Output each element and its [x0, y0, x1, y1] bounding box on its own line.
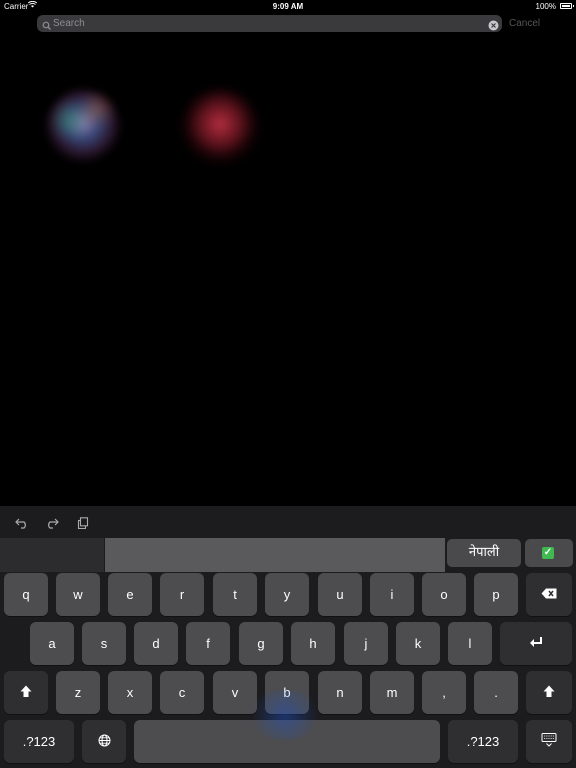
key-k[interactable]: k	[396, 622, 440, 665]
key-i[interactable]: i	[370, 573, 414, 616]
key-c[interactable]: c	[160, 671, 204, 714]
cancel-button[interactable]: Cancel	[509, 18, 540, 29]
key-a[interactable]: a	[30, 622, 74, 665]
key-n[interactable]: n	[318, 671, 362, 714]
return-button[interactable]	[500, 622, 572, 665]
key-s[interactable]: s	[82, 622, 126, 665]
key-f[interactable]: f	[186, 622, 230, 665]
backspace-button[interactable]	[526, 573, 572, 616]
language-button[interactable]: नेपाली	[447, 539, 521, 567]
globe-button[interactable]	[82, 720, 126, 763]
status-bar: Carrier 9:09 AM 100%	[0, 0, 576, 12]
battery-percent: 100%	[535, 2, 556, 11]
key-t[interactable]: t	[213, 573, 257, 616]
numbers-right-button[interactable]: .?123	[448, 720, 518, 763]
key-w[interactable]: w	[56, 573, 100, 616]
shift-left-button[interactable]	[4, 671, 48, 714]
key-d[interactable]: d	[134, 622, 178, 665]
key-u[interactable]: u	[318, 573, 362, 616]
key-q[interactable]: q	[4, 573, 48, 616]
undo-icon[interactable]	[15, 516, 29, 534]
battery-icon	[560, 3, 574, 9]
key-g[interactable]: g	[239, 622, 283, 665]
paste-icon[interactable]	[77, 516, 89, 534]
key-z[interactable]: z	[56, 671, 100, 714]
globe-icon	[98, 734, 111, 750]
redo-icon[interactable]	[45, 516, 59, 534]
return-icon	[529, 636, 543, 651]
key-period[interactable]: .	[474, 671, 518, 714]
search-icon	[42, 18, 52, 36]
key-o[interactable]: o	[422, 573, 466, 616]
key-l[interactable]: l	[448, 622, 492, 665]
search-bar[interactable]	[37, 15, 502, 32]
key-h[interactable]: h	[291, 622, 335, 665]
key-p[interactable]: p	[474, 573, 518, 616]
key-y[interactable]: y	[265, 573, 309, 616]
shift-icon	[20, 685, 32, 701]
key-e[interactable]: e	[108, 573, 152, 616]
blurred-thumbnail-red	[180, 88, 260, 168]
key-comma[interactable]: ,	[422, 671, 466, 714]
blurred-thumbnail-multicolor-orange	[78, 92, 114, 128]
candidate-bar: नेपाली ✓	[0, 538, 576, 574]
key-r[interactable]: r	[160, 573, 204, 616]
dismiss-keyboard-button[interactable]	[526, 720, 572, 763]
candidate-slot-suggestion[interactable]	[105, 538, 445, 572]
backspace-icon	[541, 587, 557, 602]
clock: 9:09 AM	[272, 2, 304, 11]
dismiss-keyboard-icon	[541, 733, 557, 750]
key-j[interactable]: j	[344, 622, 388, 665]
numbers-left-button[interactable]: .?123	[4, 720, 74, 763]
keyboard-shortcuts-bar	[0, 506, 576, 538]
check-box-icon: ✓	[542, 547, 554, 559]
key-x[interactable]: x	[108, 671, 152, 714]
key-m[interactable]: m	[370, 671, 414, 714]
clear-icon[interactable]	[488, 18, 499, 36]
search-input[interactable]	[53, 15, 473, 32]
shift-icon	[543, 685, 555, 701]
touch-glow	[245, 690, 325, 740]
check-box-button[interactable]: ✓	[525, 539, 573, 567]
candidate-slot-empty[interactable]	[0, 538, 104, 572]
shift-right-button[interactable]	[526, 671, 572, 714]
